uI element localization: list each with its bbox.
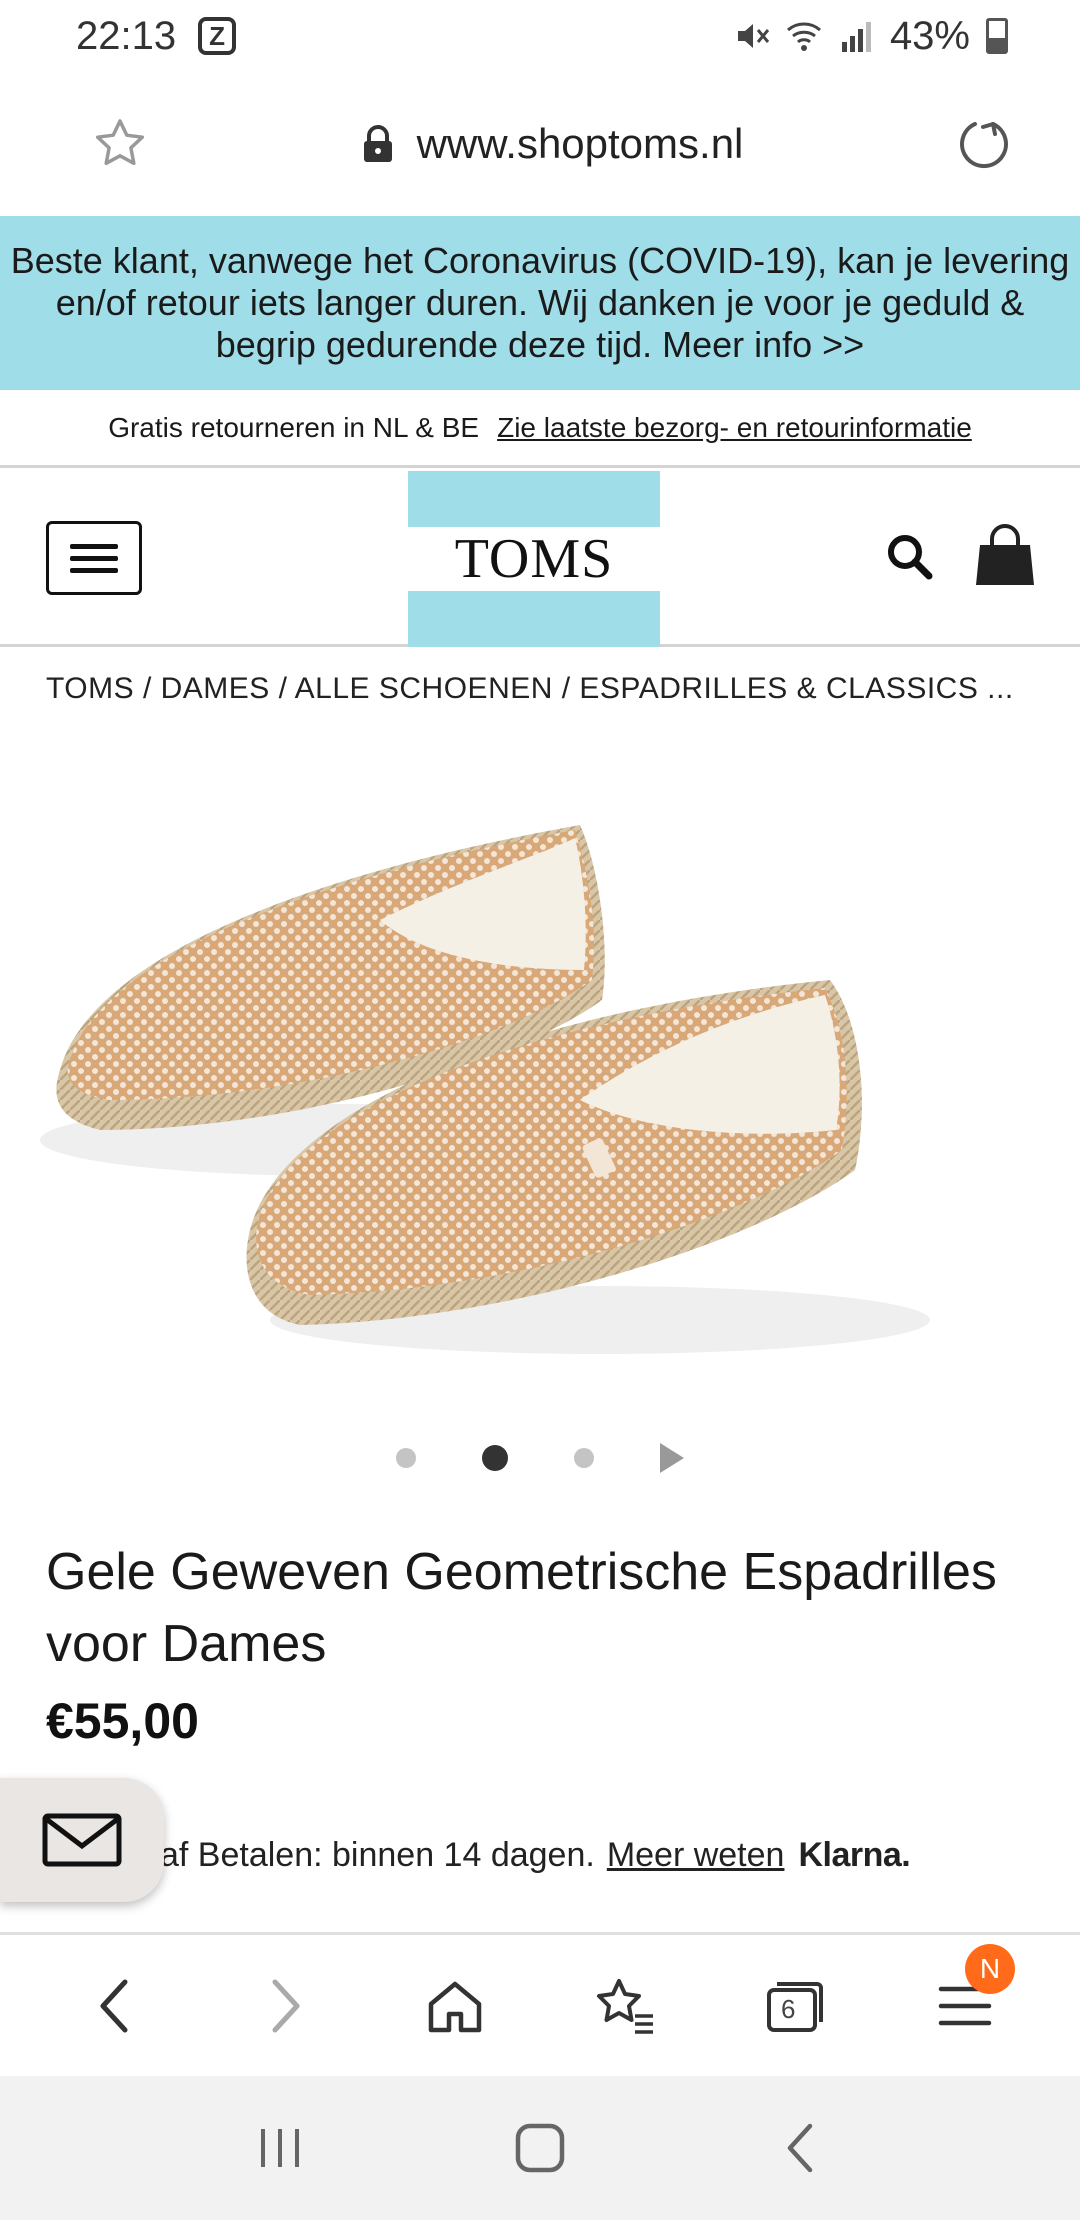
- status-time: 22:13: [76, 13, 177, 58]
- home-icon: [428, 1981, 482, 2032]
- reload-button[interactable]: [954, 114, 1014, 174]
- system-back-icon: [787, 2123, 813, 2173]
- signal-icon: [841, 22, 871, 52]
- status-bar: 22:13 Z 43%: [0, 0, 1080, 72]
- browser-menu-button[interactable]: N: [925, 1943, 1015, 2046]
- image-carousel-indicators: [388, 1438, 708, 1478]
- menu-line: [70, 567, 118, 573]
- tabs-button[interactable]: 6: [755, 1966, 835, 2046]
- recent-apps-icon: [261, 2129, 299, 2167]
- wifi-icon: [786, 22, 821, 51]
- tab-count: 6: [781, 1993, 796, 2024]
- reload-icon: [960, 122, 1008, 168]
- battery-icon: [986, 18, 1008, 54]
- recent-apps-button[interactable]: [240, 2108, 320, 2188]
- menu-line: [70, 555, 118, 561]
- klarna-logo: Klarna.: [798, 1835, 911, 1874]
- carousel-next-icon[interactable]: [660, 1443, 684, 1473]
- home-button[interactable]: [415, 1966, 495, 2046]
- covid-banner[interactable]: Beste klant, vanwege het Coronavirus (CO…: [0, 216, 1080, 390]
- status-right: 43%: [734, 14, 1008, 59]
- breadcrumb[interactable]: TOMS / DAMES / ALLE SCHOENEN / ESPADRILL…: [46, 672, 1046, 706]
- shipping-text: Gratis retourneren in NL & BE: [108, 411, 480, 443]
- carousel-dot[interactable]: [396, 1448, 416, 1468]
- browser-bottom-nav: 6 N: [0, 1932, 1080, 2076]
- back-button[interactable]: [75, 1966, 155, 2046]
- url-text: www.shoptoms.nl: [416, 120, 744, 167]
- lock-icon: [363, 125, 392, 162]
- bookmark-star-button[interactable]: [90, 114, 150, 174]
- star-icon: [95, 119, 145, 166]
- shopping-bag-button[interactable]: [970, 521, 1040, 591]
- hamburger-menu-button[interactable]: [46, 521, 142, 595]
- system-navigation-bar: [0, 2076, 1080, 2220]
- shopping-bag-icon: [976, 524, 1034, 585]
- back-arrow-icon: [100, 1979, 128, 2032]
- logo-flag-bottom: [408, 591, 660, 647]
- menu-line: [70, 543, 118, 549]
- url-bar: www.shoptoms.nl: [0, 72, 1080, 216]
- espadrille-shoes-image: [40, 825, 930, 1354]
- klarna-learn-more-link[interactable]: Meer weten: [607, 1836, 785, 1875]
- logo-flag-top: [408, 471, 660, 527]
- shipping-info-link[interactable]: Zie laatste bezorg- en retourinformatie: [497, 412, 972, 444]
- system-back-button[interactable]: [760, 2108, 840, 2188]
- carousel-dot-active[interactable]: [482, 1445, 508, 1471]
- logo-text: TOMS: [454, 528, 614, 590]
- forward-button[interactable]: [245, 1966, 325, 2046]
- mute-icon: [737, 24, 770, 48]
- status-left: 22:13 Z: [76, 13, 237, 59]
- bookmarks-star-icon: [597, 1978, 653, 2034]
- system-home-button[interactable]: [500, 2108, 580, 2188]
- product-price: €55,00: [46, 1693, 199, 1749]
- system-home-icon: [515, 2123, 565, 2173]
- envelope-icon: [42, 1813, 122, 1867]
- covid-banner-text: Beste klant, vanwege het Coronavirus (CO…: [10, 240, 1070, 365]
- klarna-text: af Betalen: binnen 14 dagen.: [160, 1835, 595, 1874]
- toms-logo[interactable]: TOMS: [408, 471, 660, 647]
- product-title: Gele Geweven Geometrische Espadrilles vo…: [46, 1543, 997, 1673]
- search-icon: [888, 535, 933, 580]
- newsletter-button[interactable]: [0, 1778, 164, 1902]
- forward-arrow-icon: [272, 1979, 300, 2032]
- bookmarks-button[interactable]: [585, 1966, 665, 2046]
- notification-z-icon: Z: [198, 17, 237, 55]
- address-field[interactable]: www.shoptoms.nl: [361, 120, 744, 168]
- battery-percent: 43%: [889, 13, 970, 58]
- search-button[interactable]: [880, 527, 940, 587]
- carousel-dot[interactable]: [574, 1448, 594, 1468]
- product-image[interactable]: [0, 780, 1080, 1380]
- site-header: TOMS: [0, 471, 1080, 647]
- shipping-info-row: Gratis retourneren in NL & BE Zie laatst…: [0, 390, 1080, 468]
- menu-notification-badge: N: [965, 1943, 1015, 1994]
